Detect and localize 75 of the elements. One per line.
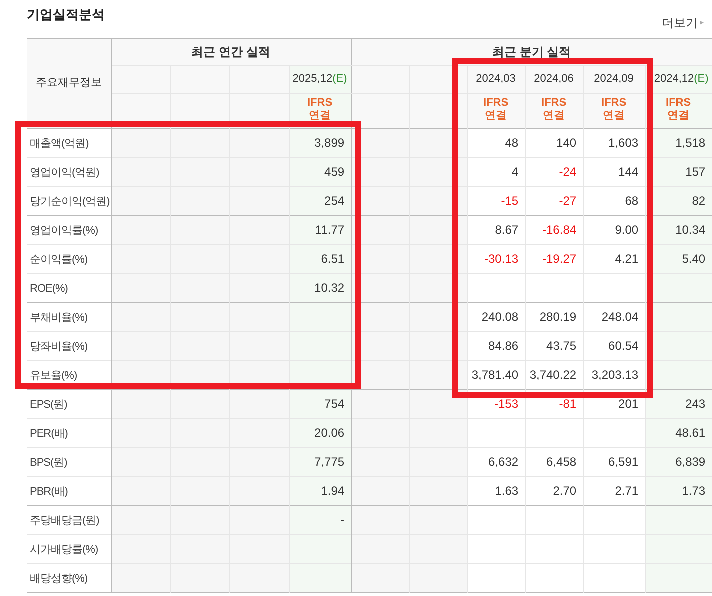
- table-cell: 68: [583, 186, 646, 216]
- table-cell: 3,203.13: [583, 360, 646, 390]
- table-cell: 4.21: [583, 244, 646, 274]
- table-cell: 4: [467, 158, 526, 186]
- row-label: PBR(배): [30, 486, 68, 498]
- row-label: EPS(원): [30, 398, 68, 411]
- row-label: 부채비율(%): [30, 312, 88, 324]
- arrow-icon: ▸: [700, 17, 704, 29]
- table-cell: -30.13: [467, 244, 526, 274]
- table-cell: 243: [645, 390, 712, 418]
- row-label: 영업이익(억원): [30, 166, 100, 179]
- accounting-standard: IFRS 연결: [542, 97, 567, 123]
- table-cell: 48: [467, 128, 526, 158]
- table-cell: 754: [289, 390, 352, 418]
- row-label: 시가배당률(%): [30, 544, 98, 556]
- table-cell: 8.67: [467, 216, 526, 244]
- row-label: 주당배당금(원): [30, 514, 100, 527]
- table-cell: 48.61: [645, 418, 712, 448]
- table-cell: 60.54: [583, 332, 646, 360]
- more-link[interactable]: 더보기 ▸: [662, 14, 704, 32]
- table-cell: 7,775: [289, 448, 352, 476]
- table-cell: 6,839: [645, 448, 712, 476]
- period-header: 2024,09: [583, 66, 646, 94]
- row-label: 영업이익률(%): [30, 224, 98, 237]
- section-title: 기업실적분석: [27, 6, 105, 24]
- table-cell: 6,458: [525, 448, 584, 476]
- period-header: 2024,03: [467, 66, 526, 94]
- table-cell: 1.94: [289, 476, 352, 506]
- table-cell: 240.08: [467, 302, 526, 332]
- table-cell: -15: [467, 186, 526, 216]
- table-cell: 248.04: [583, 302, 646, 332]
- accounting-standard: IFRS 연결: [307, 97, 333, 123]
- table-cell: 2.70: [525, 476, 584, 506]
- accounting-standard: IFRS 연결: [602, 97, 627, 123]
- accounting-standard: IFRS 연결: [666, 97, 692, 123]
- table-cell: -16.84: [525, 216, 584, 244]
- table-cell: 1,603: [583, 128, 646, 158]
- column-group-header: 최근 연간 실적: [111, 38, 352, 66]
- row-label: 당기순이익(억원): [30, 196, 110, 208]
- row-label: BPS(원): [30, 456, 68, 469]
- accounting-standard: IFRS 연결: [484, 97, 509, 123]
- period-header: 2025,12(E): [289, 66, 352, 94]
- row-label: ROE(%): [30, 282, 68, 295]
- table-cell: 3,740.22: [525, 360, 584, 390]
- table-cell: 3,781.40: [467, 360, 526, 390]
- table-cell: -19.27: [525, 244, 584, 274]
- table-cell: 3,899: [289, 128, 352, 158]
- row-label: PER(배): [30, 428, 68, 440]
- table-cell: 2.71: [583, 476, 646, 506]
- table-cell: 84.86: [467, 332, 526, 360]
- row-label: 유보율(%): [30, 370, 78, 382]
- table-cell: 1.63: [467, 476, 526, 506]
- row-header: 주요재무정보: [27, 38, 111, 128]
- table-cell: 11.77: [289, 216, 352, 244]
- table-cell: -24: [525, 158, 584, 186]
- table-cell: 280.19: [525, 302, 584, 332]
- row-label: 매출액(억원): [30, 138, 89, 150]
- table-cell: 6.51: [289, 244, 352, 274]
- table-cell: 20.06: [289, 418, 352, 448]
- table-cell: 6,632: [467, 448, 526, 476]
- row-label: 당좌비율(%): [30, 340, 88, 353]
- table-cell: -: [289, 506, 352, 534]
- table-cell: 140: [525, 128, 584, 158]
- table-cell: 254: [289, 186, 352, 216]
- table-cell: -27: [525, 186, 584, 216]
- table-cell: 43.75: [525, 332, 584, 360]
- table-cell: 10.32: [289, 274, 352, 302]
- row-label: 배당성향(%): [30, 572, 88, 585]
- table-cell: 9.00: [583, 216, 646, 244]
- row-label: 순이익률(%): [30, 254, 88, 266]
- period-header: 2024,06: [525, 66, 584, 94]
- table-cell: 144: [583, 158, 646, 186]
- table-cell: 6,591: [583, 448, 646, 476]
- table-cell: 459: [289, 158, 352, 186]
- table-cell: 1.73: [645, 476, 712, 506]
